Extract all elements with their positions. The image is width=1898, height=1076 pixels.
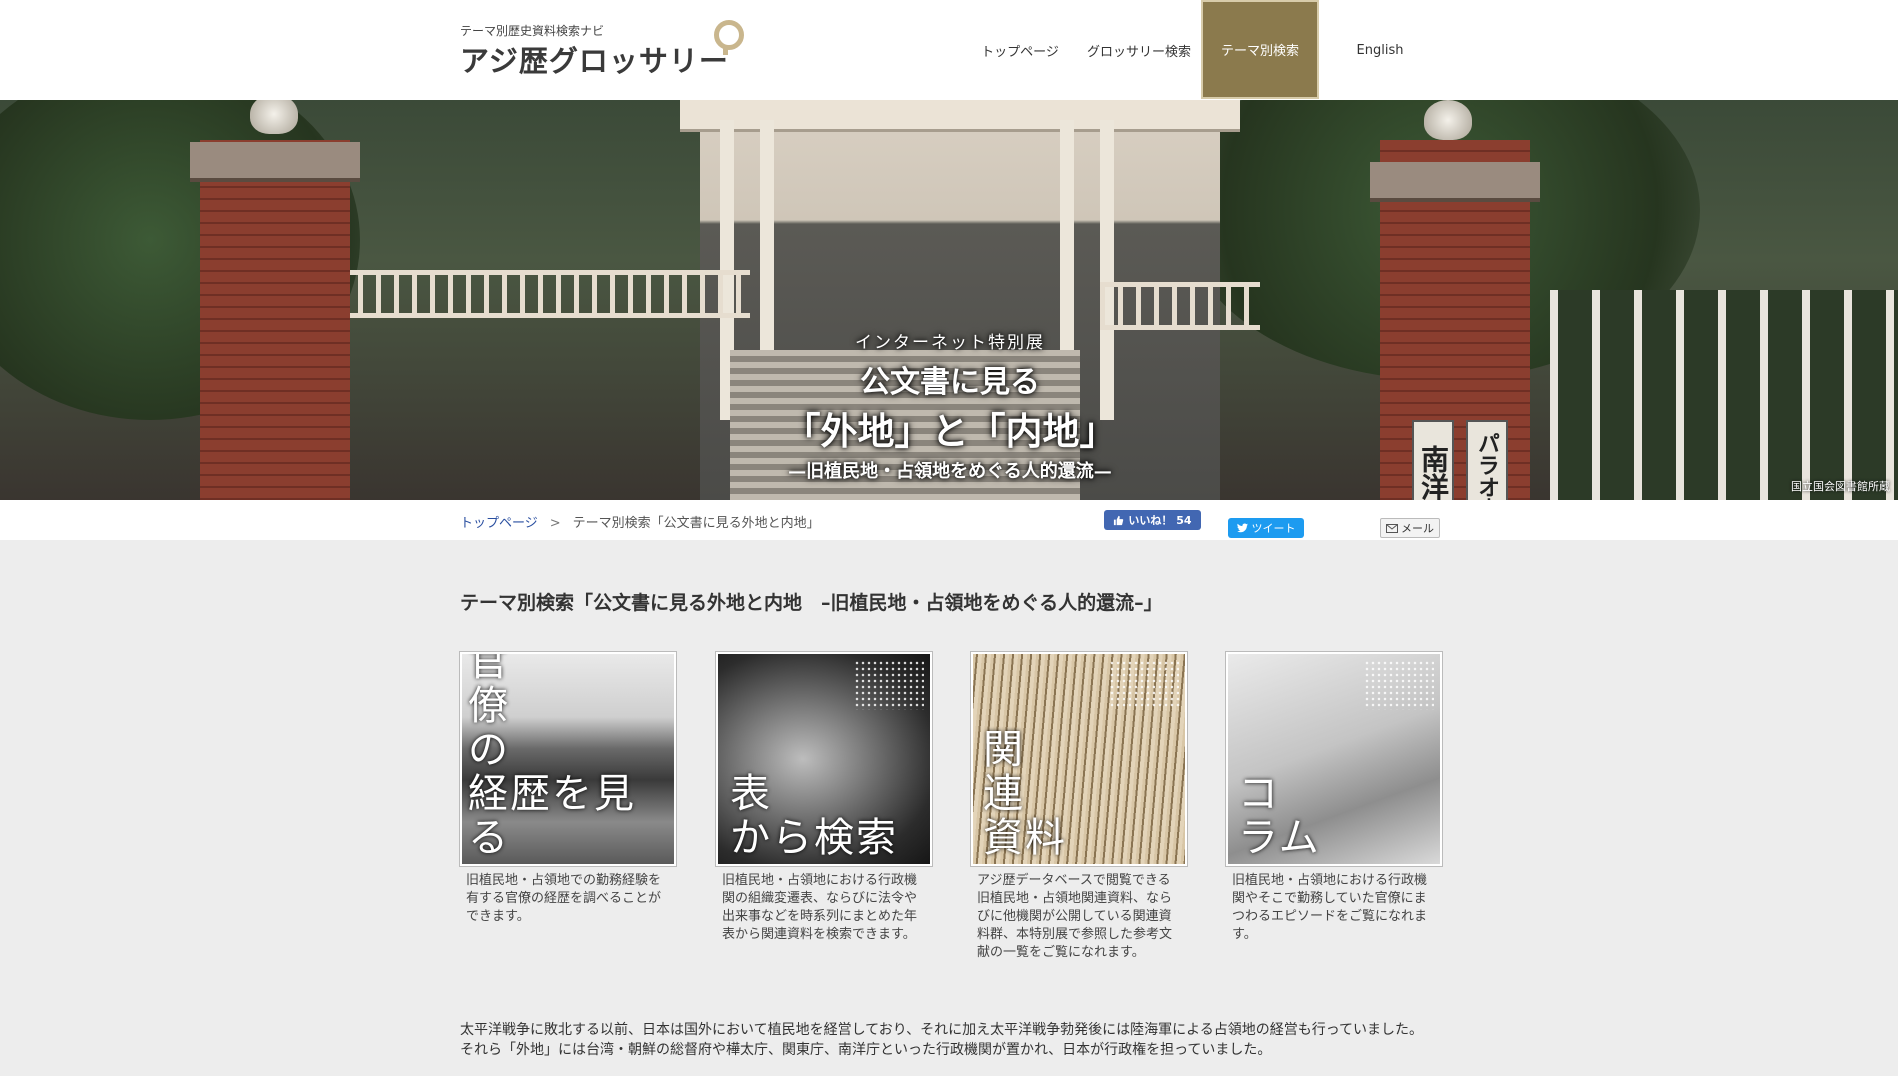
card-desc-column: 旧植民地・占領地における行政機関やそこで勤務していた官僚にまつわるエピソードをご…	[1232, 873, 1428, 942]
hero-credit: 国立国会図書館所蔵	[1791, 480, 1890, 493]
card-image-related-materials[interactable]: 関 連 資料	[970, 651, 1188, 867]
card-label-column: コ ラム	[1238, 771, 1321, 861]
twitter-bird-icon	[1236, 523, 1248, 533]
envelope-icon	[1386, 523, 1398, 533]
logo-subtitle: テーマ別歴史資料検索ナビ	[460, 24, 605, 38]
page-title: テーマ別検索「公文書に見る外地と内地 –旧植民地・占領地をめぐる人的還流–」	[460, 592, 1163, 614]
hero-subtitle: —旧植民地・占領地をめぐる人的還流—	[788, 461, 1112, 482]
card-label-table-search: 表 から検索	[730, 771, 898, 861]
card-image-column[interactable]: コ ラム	[1225, 651, 1443, 867]
gate-pillar-cap-right	[1370, 162, 1540, 202]
hero-title-block: インターネット特別展 公文書に見る 「外地」と「内地」 —旧植民地・占領地をめぐ…	[700, 328, 1200, 483]
hero-title-line1: 公文書に見る	[860, 365, 1040, 400]
card-image-officials[interactable]: 官 僚 の 経歴を見る	[459, 651, 677, 867]
card-table-search: 表 から検索 旧植民地・占領地における行政機関の組織変遷表、ならびに法令や出来事…	[715, 651, 933, 944]
nav-glossary-search[interactable]: グロッサリー検索	[1080, 0, 1198, 100]
magnifier-icon	[714, 20, 744, 55]
hero-railing-right	[1100, 282, 1260, 330]
gate-pillar-left	[200, 140, 350, 500]
card-column: コ ラム 旧植民地・占領地における行政機関やそこで勤務していた官僚にまつわるエピ…	[1225, 651, 1443, 944]
breadcrumb: トップページ > テーマ別検索「公文書に見る外地と内地」	[460, 512, 820, 531]
card-desc-officials: 旧植民地・占領地での勤務経験を有する官僚の経歴を調べることができます。	[466, 873, 662, 924]
hero-sign-nanyo: 南洋廳	[1412, 420, 1454, 500]
site-header: テーマ別歴史資料検索ナビ アジ歴グロッサリー トップページ グロッサリー検索 テ…	[0, 0, 1898, 100]
breadcrumb-bar: トップページ > テーマ別検索「公文書に見る外地と内地」 いいね！ 54 ツイート …	[0, 500, 1898, 540]
facebook-like-label: いいね！ 54	[1128, 514, 1192, 527]
breadcrumb-current: テーマ別検索「公文書に見る外地と内地」	[572, 516, 820, 531]
card-image-table-search[interactable]: 表 から検索	[715, 651, 933, 867]
tweet-button[interactable]: ツイート	[1228, 518, 1304, 538]
lamp-icon	[250, 100, 298, 134]
site-logo[interactable]: テーマ別歴史資料検索ナビ アジ歴グロッサリー	[460, 18, 760, 82]
card-officials-career: 官 僚 の 経歴を見る 旧植民地・占領地での勤務経験を有する官僚の経歴を調べるこ…	[459, 651, 677, 926]
card-desc-table-search: 旧植民地・占領地における行政機関の組織変遷表、ならびに法令や出来事などを時系列に…	[722, 873, 918, 942]
tweet-label: ツイート	[1251, 522, 1296, 535]
breadcrumb-separator: >	[549, 516, 561, 531]
lamp-icon	[1424, 100, 1472, 140]
mail-share-button[interactable]: メール	[1380, 518, 1440, 538]
card-related-materials: 関 連 資料 アジ歴データベースで閲覧できる旧植民地・占領地関連資料、ならびに他…	[970, 651, 1188, 962]
logo-title: アジ歴グロッサリー	[460, 44, 729, 78]
intro-paragraph: それら「外地」には台湾・朝鮮の総督府や樺太庁、関東庁、南洋庁といった行政機関が置…	[460, 1042, 1272, 1058]
intro-text: 太平洋戦争に敗北する以前、日本は国外において植民地を経営しており、それに加え太平…	[460, 1020, 1440, 1060]
hero-sign-palau: パラオ支廳	[1466, 420, 1508, 500]
card-desc-related-materials: アジ歴データベースで閲覧できる旧植民地・占領地関連資料、ならびに他機関が公開して…	[977, 873, 1173, 960]
card-dots-decoration	[1109, 660, 1179, 710]
hero-kicker: インターネット特別展	[855, 333, 1045, 353]
intro-paragraph: 太平洋戦争に敗北する以前、日本は国外において植民地を経営しており、それに加え太平…	[460, 1022, 1424, 1038]
hero-banner: 南洋廳 パラオ支廳 インターネット特別展 公文書に見る 「外地」と「内地」 —旧…	[0, 100, 1898, 500]
card-label-related-materials: 関 連 資料	[983, 727, 1067, 861]
gate-pillar-cap-left	[190, 142, 360, 182]
breadcrumb-home-link[interactable]: トップページ	[460, 516, 538, 531]
hero-railing-left	[340, 270, 750, 318]
nav-english[interactable]: English	[1330, 0, 1430, 100]
hero-title-line2: 「外地」と「内地」	[783, 409, 1117, 453]
card-dots-decoration	[1364, 660, 1434, 710]
card-label-officials: 官 僚 の 経歴を見る	[468, 652, 636, 861]
facebook-like-button[interactable]: いいね！ 54	[1104, 510, 1201, 530]
mail-label: メール	[1401, 522, 1434, 535]
hero-fence	[1550, 290, 1898, 500]
nav-theme-search[interactable]: テーマ別検索	[1201, 0, 1319, 99]
thumbs-up-icon	[1114, 515, 1124, 525]
card-dots-decoration	[854, 660, 924, 710]
nav-top-page[interactable]: トップページ	[970, 0, 1070, 100]
